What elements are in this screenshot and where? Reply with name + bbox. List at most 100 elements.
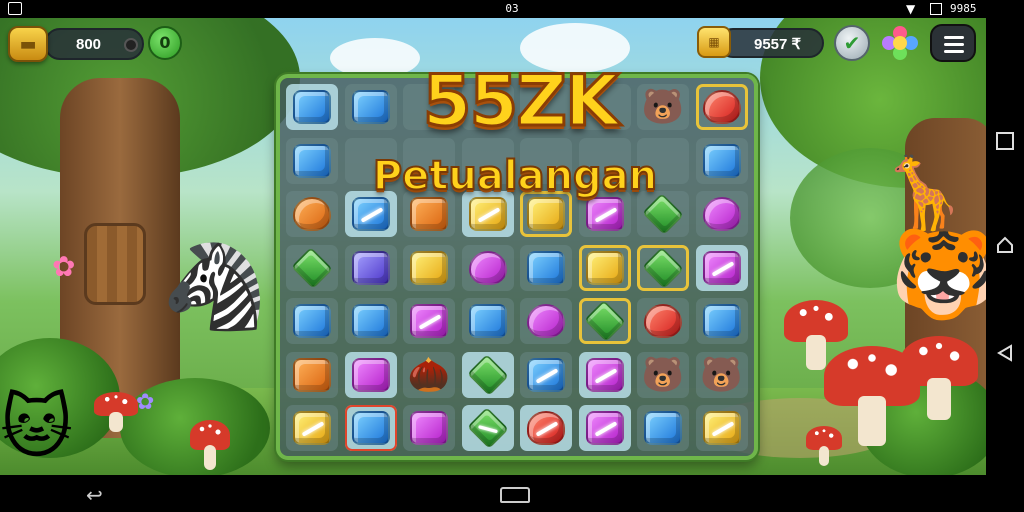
board-cell[interactable]	[520, 298, 572, 344]
add-coins-button[interactable]: 0	[148, 26, 182, 60]
purple-special-gem-icon	[410, 304, 448, 338]
purple-special-gem-icon	[585, 197, 624, 231]
board-cell[interactable]: 🌰	[403, 351, 455, 398]
blue-gem-icon	[468, 304, 507, 338]
giraffe-character: 🦒	[880, 152, 968, 234]
purple-special-gem-icon	[585, 411, 624, 445]
coin-counter: 800	[44, 28, 144, 60]
green-gem-icon	[642, 193, 684, 235]
gold-count: 9557 ₹	[754, 36, 802, 53]
purple-heart-gem-icon	[702, 197, 741, 231]
blue-gem-icon	[351, 304, 390, 338]
board-cell[interactable]	[520, 244, 572, 291]
back-arrow-icon[interactable]: ↩	[86, 483, 103, 507]
green-gem-icon	[291, 246, 333, 289]
board-cell[interactable]	[695, 137, 748, 184]
board-cell[interactable]	[637, 244, 689, 291]
board-cell[interactable]	[695, 244, 748, 291]
red-heart-gem-icon	[702, 90, 741, 124]
mushroom	[900, 336, 978, 420]
board-cell[interactable]	[286, 191, 338, 237]
mushroom	[190, 420, 230, 470]
board-cell[interactable]	[695, 84, 748, 130]
blue-gem-icon	[293, 304, 331, 338]
mushroom	[94, 392, 138, 432]
board-cell[interactable]	[344, 405, 397, 451]
yellow-special-gem-icon	[468, 197, 507, 231]
blue-gem-icon	[527, 250, 565, 285]
bear-critter-icon: 🐻	[641, 354, 685, 395]
board-cell[interactable]	[520, 351, 572, 398]
board-cell[interactable]	[695, 298, 748, 344]
red-heart-gem-icon	[644, 304, 682, 338]
board-cell[interactable]	[578, 351, 631, 398]
board-cell[interactable]	[578, 405, 631, 451]
purple-gem-icon	[351, 357, 390, 392]
blue-special-gem-icon	[351, 197, 390, 231]
board-cell[interactable]	[695, 191, 748, 237]
recents-button[interactable]	[996, 132, 1014, 150]
status-clock: 03	[505, 2, 519, 15]
board-cell[interactable]	[461, 405, 514, 451]
board-cell[interactable]	[286, 84, 338, 130]
system-nav-bottom: ↩	[0, 475, 1024, 512]
board-cell[interactable]	[578, 244, 631, 291]
zebra-character: 🦓	[162, 237, 267, 335]
board-cell[interactable]	[286, 137, 338, 184]
board-cell[interactable]	[578, 298, 631, 344]
orange-gem-icon	[410, 197, 448, 231]
green-gem-icon	[642, 246, 684, 289]
check-button[interactable]: ✔	[834, 25, 870, 61]
home-button[interactable]	[996, 236, 1014, 254]
flower-gem-button[interactable]	[880, 24, 920, 64]
board-cell[interactable]	[520, 405, 572, 451]
board-cell[interactable]	[403, 405, 455, 451]
board-cell[interactable]	[286, 298, 338, 344]
green-gem-icon	[466, 353, 509, 396]
gold-bar-icon: ▬	[8, 26, 48, 62]
system-nav-right	[986, 18, 1024, 475]
board-cell[interactable]: 🐻	[637, 351, 689, 398]
board-cell[interactable]	[695, 405, 748, 451]
purple-special-gem-icon	[585, 357, 624, 392]
board-cell[interactable]	[403, 244, 455, 291]
indigo-gem-icon	[351, 250, 390, 285]
game-viewport[interactable]: ✿ ✿ 🦓 🦒 🐯 🐱 800 ▬ 0 9557 ₹ ▦ ✔ 🐻 🌰 🐻 🐻 55ZK…	[0, 18, 986, 475]
nut-critter-icon: 🌰	[407, 354, 451, 395]
purple-special-gem-icon	[702, 250, 741, 285]
green-special-gem-icon	[466, 407, 509, 449]
blue-gem-icon	[644, 411, 682, 445]
board-cell[interactable]	[344, 244, 397, 291]
home-outline-icon[interactable]	[500, 487, 530, 503]
purple-heart-gem-icon	[468, 250, 507, 285]
board-cell[interactable]	[344, 84, 397, 130]
board-cell[interactable]	[286, 405, 338, 451]
board-cell[interactable]: 🐻	[695, 351, 748, 398]
flower-icon: ✿	[136, 390, 155, 415]
green-gem-icon	[583, 300, 626, 342]
board-cell[interactable]	[286, 244, 338, 291]
board-cell[interactable]	[461, 298, 514, 344]
board-cell[interactable]	[637, 405, 689, 451]
barrel	[84, 223, 146, 305]
board-cell[interactable]	[461, 351, 514, 398]
orange-heart-gem-icon	[293, 197, 331, 231]
flower-icon: ✿	[52, 250, 76, 283]
board-cell[interactable]	[286, 351, 338, 398]
battery-icon	[930, 3, 942, 15]
coin-count: 800	[76, 36, 102, 53]
back-button[interactable]	[996, 344, 1014, 362]
yellow-gem-icon	[410, 250, 448, 285]
board-cell[interactable]	[461, 244, 514, 291]
board-cell[interactable]: 🐻	[637, 84, 689, 130]
board-cell[interactable]	[344, 298, 397, 344]
blue-gem-icon	[351, 411, 390, 445]
board-cell[interactable]	[637, 298, 689, 344]
board-cell[interactable]	[344, 351, 397, 398]
status-bar: 03 ▼ 9985	[0, 0, 1024, 18]
menu-button[interactable]	[930, 24, 976, 62]
notification-icon	[8, 2, 22, 15]
cat-character: 🐱	[0, 386, 73, 468]
yellow-gem-icon	[527, 197, 565, 231]
board-cell[interactable]	[403, 298, 455, 344]
